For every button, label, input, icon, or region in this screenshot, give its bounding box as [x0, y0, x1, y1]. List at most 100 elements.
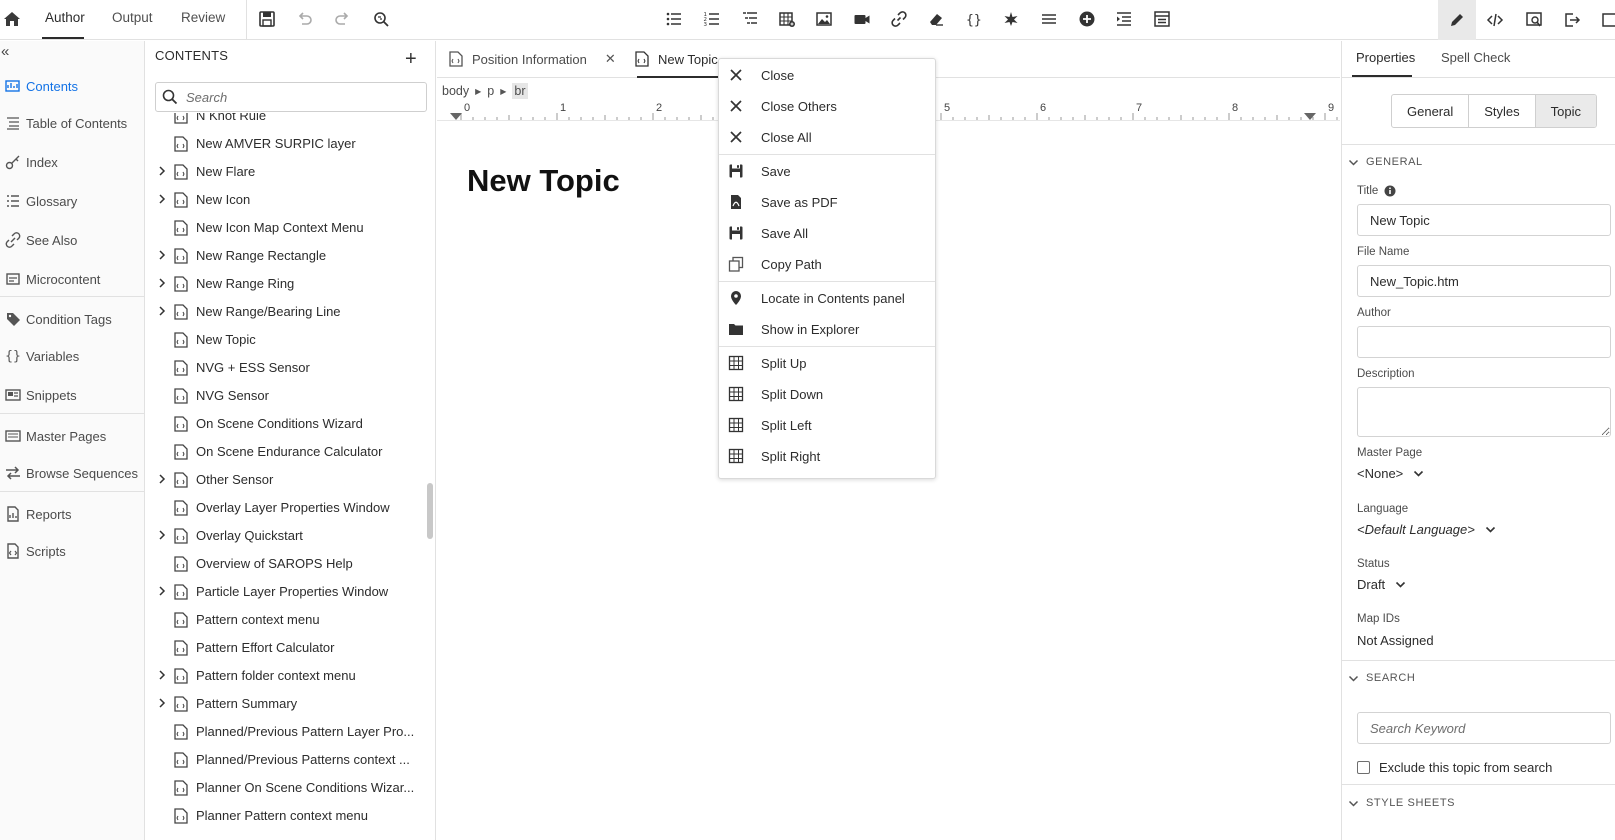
- multilevel-list-icon[interactable]: [739, 8, 761, 30]
- nav-item-contents[interactable]: Contents: [0, 74, 145, 98]
- tab-properties[interactable]: Properties: [1356, 50, 1415, 65]
- author-input[interactable]: [1357, 326, 1611, 358]
- tree-item[interactable]: New Range Rectangle: [146, 242, 426, 270]
- menu-item-copy-path[interactable]: Copy Path: [719, 249, 935, 279]
- tree-item[interactable]: Pattern folder context menu: [146, 662, 426, 690]
- menu-item-split-left[interactable]: Split Left: [719, 410, 935, 440]
- tree-item[interactable]: Pattern Summary: [146, 690, 426, 718]
- segment-general[interactable]: General: [1392, 95, 1470, 127]
- right-indent-marker-icon[interactable]: [1304, 113, 1316, 120]
- nav-item-variables[interactable]: {} Variables: [0, 344, 145, 368]
- tree-item[interactable]: New Range/Bearing Line: [146, 298, 426, 326]
- checkbox-box[interactable]: [1357, 761, 1370, 774]
- exclude-from-search-checkbox[interactable]: Exclude this topic from search: [1357, 760, 1552, 775]
- insert-video-icon[interactable]: [851, 8, 873, 30]
- menu-item-close[interactable]: Close: [719, 60, 935, 90]
- menu-item-save[interactable]: Save: [719, 156, 935, 186]
- language-dropdown[interactable]: <Default Language>: [1357, 522, 1496, 537]
- tree-item[interactable]: New Flare: [146, 158, 426, 186]
- title-input[interactable]: [1357, 204, 1611, 236]
- eraser-icon[interactable]: [925, 8, 947, 30]
- chevron-right-icon[interactable]: [157, 698, 167, 708]
- status-dropdown[interactable]: Draft: [1357, 577, 1406, 592]
- description-textarea[interactable]: [1357, 387, 1611, 437]
- menu-item-close-all[interactable]: Close All: [719, 122, 935, 152]
- chevron-right-icon[interactable]: [157, 586, 167, 596]
- contents-scrollbar[interactable]: [427, 483, 433, 539]
- indent-icon[interactable]: [1113, 8, 1135, 30]
- tree-item[interactable]: Pattern context menu: [146, 606, 426, 634]
- chevron-right-icon[interactable]: [157, 194, 167, 204]
- tree-item[interactable]: Overlay Layer Properties Window: [146, 494, 426, 522]
- segment-topic[interactable]: Topic: [1535, 95, 1597, 127]
- menu-item-split-down[interactable]: Split Down: [719, 379, 935, 409]
- variables-icon[interactable]: {}: [963, 8, 985, 30]
- tree-item[interactable]: New Icon Map Context Menu: [146, 214, 426, 242]
- tree-item[interactable]: Overlay Quickstart: [146, 522, 426, 550]
- insert-link-icon[interactable]: [888, 8, 910, 30]
- bulleted-list-icon[interactable]: [663, 8, 685, 30]
- tree-item[interactable]: Overview of SAROPS Help: [146, 550, 426, 578]
- document-heading[interactable]: New Topic: [467, 163, 620, 199]
- menu-item-split-up[interactable]: Split Up: [719, 348, 935, 378]
- nav-item-reports[interactable]: Reports: [0, 502, 145, 526]
- chevron-right-icon[interactable]: [157, 474, 167, 484]
- insert-element-icon[interactable]: [1076, 8, 1098, 30]
- nav-item-glossary[interactable]: Glossary: [0, 189, 145, 213]
- section-search[interactable]: SEARCH: [1348, 672, 1415, 684]
- preview-icon[interactable]: [1515, 0, 1553, 40]
- nav-item-browse-sequences[interactable]: Browse Sequences: [0, 461, 145, 485]
- menu-item-split-right[interactable]: Split Right: [719, 441, 935, 471]
- edit-pencil-icon[interactable]: [1438, 0, 1476, 40]
- file-name-input[interactable]: [1357, 265, 1611, 297]
- tree-item[interactable]: NVG + ESS Sensor: [146, 354, 426, 382]
- code-view-icon[interactable]: [1476, 0, 1514, 40]
- nav-item-condition-tags[interactable]: Condition Tags: [0, 307, 145, 331]
- menu-item-save-as-pdf[interactable]: Save as PDF: [719, 187, 935, 217]
- breadcrumb-body[interactable]: body: [442, 84, 469, 98]
- tree-item[interactable]: Particle Layer Properties Window: [146, 578, 426, 606]
- save-icon[interactable]: [256, 8, 278, 30]
- left-indent-marker-icon[interactable]: [450, 113, 462, 120]
- section-style-sheets[interactable]: STYLE SHEETS: [1348, 797, 1455, 809]
- tree-item[interactable]: New Icon: [146, 186, 426, 214]
- mode-tab-author[interactable]: Author: [45, 10, 85, 25]
- tree-item[interactable]: New AMVER SURPIC layer: [146, 130, 426, 158]
- segment-styles[interactable]: Styles: [1469, 95, 1536, 127]
- horizontal-rule-icon[interactable]: [1038, 8, 1060, 30]
- tree-item[interactable]: On Scene Endurance Calculator: [146, 438, 426, 466]
- nav-item-snippets[interactable]: Snippets: [0, 383, 145, 407]
- tree-item[interactable]: N Knot Rule: [146, 113, 426, 130]
- find-replace-icon[interactable]: [370, 8, 392, 30]
- tree-item[interactable]: NVG Sensor: [146, 382, 426, 410]
- nav-item-microcontent[interactable]: Microcontent: [0, 267, 145, 291]
- tree-item[interactable]: Planned/Previous Pattern Layer Pro...: [146, 718, 426, 746]
- tree-item[interactable]: Planned/Previous Patterns context ...: [146, 746, 426, 774]
- nav-item-master-pages[interactable]: Master Pages: [0, 424, 145, 448]
- tab-close-icon[interactable]: ✕: [605, 51, 616, 67]
- mode-tab-output[interactable]: Output: [112, 10, 153, 25]
- info-icon[interactable]: [1384, 185, 1396, 197]
- undo-icon[interactable]: [294, 8, 316, 30]
- search-keyword-input[interactable]: [1357, 712, 1611, 744]
- tree-item[interactable]: Other Sensor: [146, 466, 426, 494]
- nav-item-index[interactable]: Index: [0, 150, 145, 174]
- chevron-right-icon[interactable]: [157, 306, 167, 316]
- snippet-icon[interactable]: [1000, 8, 1022, 30]
- tab-spell-check[interactable]: Spell Check: [1441, 50, 1510, 65]
- menu-item-close-others[interactable]: Close Others: [719, 91, 935, 121]
- redo-icon[interactable]: [331, 8, 353, 30]
- menu-item-show-in-explorer[interactable]: Show in Explorer: [719, 314, 935, 344]
- mode-tab-review[interactable]: Review: [181, 10, 225, 25]
- tab-position-information[interactable]: Position Information ✕: [449, 41, 616, 77]
- export-icon[interactable]: [1553, 0, 1591, 40]
- add-plus-icon[interactable]: +: [405, 49, 417, 69]
- home-icon[interactable]: [2, 9, 22, 29]
- section-general[interactable]: GENERAL: [1348, 156, 1423, 168]
- insert-image-icon[interactable]: [813, 8, 835, 30]
- breadcrumb-p[interactable]: p: [487, 84, 494, 98]
- menu-item-locate-in-contents-panel[interactable]: Locate in Contents panel: [719, 283, 935, 313]
- tree-item[interactable]: On Scene Conditions Wizard: [146, 410, 426, 438]
- nav-item-table-of-contents[interactable]: Table of Contents: [0, 111, 145, 135]
- master-page-dropdown[interactable]: <None>: [1357, 466, 1424, 481]
